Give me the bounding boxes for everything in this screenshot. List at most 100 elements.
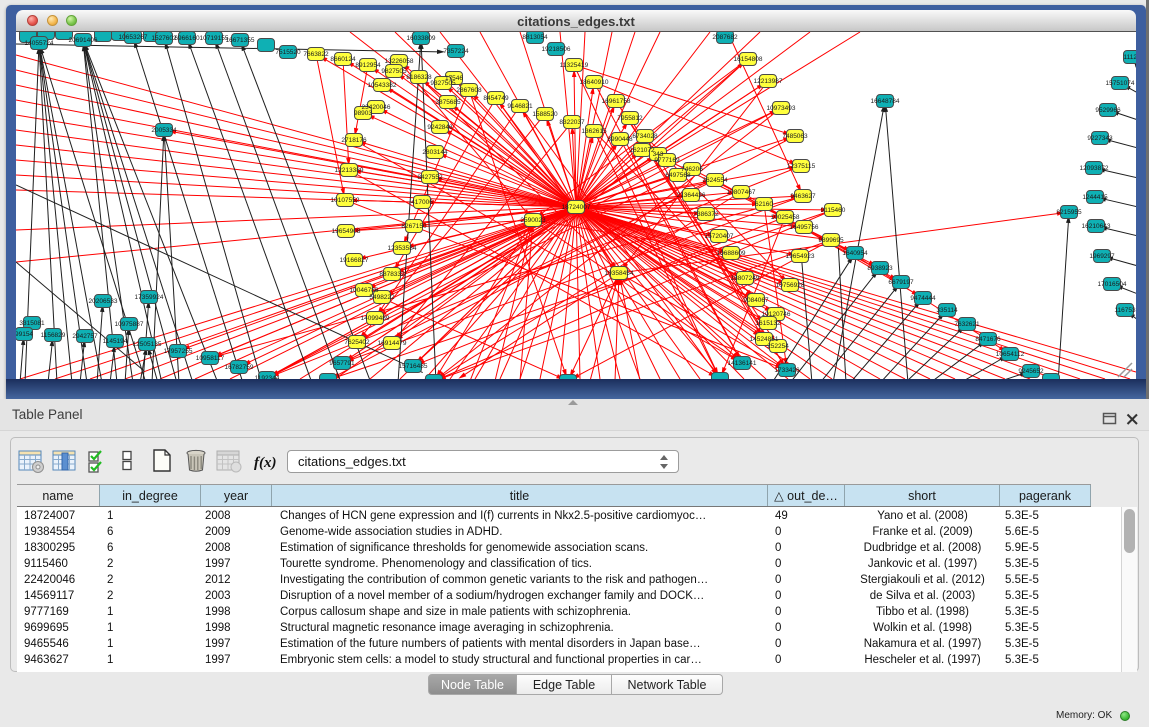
svg-text:16914479: 16914479 xyxy=(378,340,407,347)
svg-text:7663822: 7663822 xyxy=(303,51,329,58)
svg-text:9242848: 9242848 xyxy=(427,124,453,131)
svg-text:1640954: 1640954 xyxy=(842,250,868,257)
svg-text:9529966: 9529966 xyxy=(1095,107,1121,114)
svg-text:417006: 417006 xyxy=(411,199,433,206)
svg-text:1733426: 1733426 xyxy=(774,367,800,374)
svg-text:8215955: 8215955 xyxy=(1056,209,1082,216)
svg-text:1244415: 1244415 xyxy=(1082,194,1108,201)
svg-text:1156829: 1156829 xyxy=(41,332,66,339)
svg-text:21364436: 21364436 xyxy=(677,192,706,199)
svg-text:20691406: 20691406 xyxy=(69,37,98,44)
svg-text:10046786: 10046786 xyxy=(350,287,379,294)
svg-text:8660124: 8660124 xyxy=(330,56,356,63)
svg-text:14055724: 14055724 xyxy=(25,40,54,47)
svg-text:9245652: 9245652 xyxy=(1018,368,1044,375)
svg-text:17016504: 17016504 xyxy=(1098,281,1127,288)
svg-text:62160: 62160 xyxy=(755,201,773,208)
svg-text:19654923: 19654923 xyxy=(786,253,815,260)
svg-text:9474444: 9474444 xyxy=(910,295,936,302)
svg-text:1145194: 1145194 xyxy=(103,338,128,345)
svg-text:99154: 99154 xyxy=(16,331,33,338)
svg-text:16648784: 16648784 xyxy=(871,98,900,105)
svg-text:8471676: 8471676 xyxy=(975,336,1001,343)
svg-text:3875685: 3875685 xyxy=(435,99,461,106)
svg-text:2087682: 2087682 xyxy=(712,34,738,41)
svg-text:8454749: 8454749 xyxy=(483,95,509,102)
svg-text:12353584: 12353584 xyxy=(388,245,417,252)
svg-text:20206533: 20206533 xyxy=(89,298,118,305)
svg-text:13226058: 13226058 xyxy=(385,58,414,65)
svg-text:10653267: 10653267 xyxy=(119,34,148,41)
svg-text:10025458: 10025458 xyxy=(771,214,800,221)
svg-text:7515520: 7515520 xyxy=(275,49,301,56)
svg-text:15720407: 15720407 xyxy=(705,233,734,240)
svg-text:18724007: 18724007 xyxy=(562,204,591,211)
svg-text:f(x): f(x) xyxy=(254,455,277,471)
svg-text:7632621: 7632621 xyxy=(954,321,980,328)
svg-text:8990448: 8990448 xyxy=(607,136,633,143)
svg-text:11325419: 11325419 xyxy=(560,62,589,69)
svg-text:8938923: 8938923 xyxy=(867,265,893,272)
svg-text:1588520: 1588520 xyxy=(532,111,558,118)
svg-text:10807467: 10807467 xyxy=(727,189,756,196)
svg-text:6497568: 6497568 xyxy=(665,172,691,179)
svg-text:9463627: 9463627 xyxy=(790,193,816,200)
svg-text:16671355: 16671355 xyxy=(226,37,255,44)
svg-text:9146821: 9146821 xyxy=(507,103,533,110)
svg-text:10975887: 10975887 xyxy=(115,321,144,328)
svg-text:7357224: 7357224 xyxy=(443,48,469,55)
svg-text:15751074: 15751074 xyxy=(1106,80,1135,87)
svg-text:14099489: 14099489 xyxy=(361,315,390,322)
svg-text:16210643: 16210643 xyxy=(1082,223,1111,230)
svg-text:12213389: 12213389 xyxy=(335,167,364,174)
svg-text:10958117: 10958117 xyxy=(196,355,225,362)
svg-text:12505135: 12505135 xyxy=(133,341,162,348)
svg-text:14136141: 14136141 xyxy=(728,360,757,367)
svg-text:2867608: 2867608 xyxy=(456,87,482,94)
svg-text:8267150: 8267150 xyxy=(401,223,427,230)
svg-text:10973493: 10973493 xyxy=(767,105,796,112)
svg-text:10120746: 10120746 xyxy=(762,311,791,318)
svg-text:6679197: 6679197 xyxy=(888,279,914,286)
svg-text:9227343: 9227343 xyxy=(1087,135,1113,142)
svg-text:7955812: 7955812 xyxy=(617,115,643,122)
svg-text:9327505: 9327505 xyxy=(430,80,456,87)
svg-text:3624554: 3624554 xyxy=(702,177,728,184)
svg-text:16782759: 16782759 xyxy=(225,364,254,371)
svg-text:9657791: 9657791 xyxy=(329,360,355,367)
svg-text:2005334: 2005334 xyxy=(151,127,177,134)
svg-text:16154808: 16154808 xyxy=(734,56,763,63)
svg-text:9084067: 9084067 xyxy=(743,297,769,304)
svg-text:1621072: 1621072 xyxy=(629,147,655,154)
svg-text:7386372: 7386372 xyxy=(693,211,719,218)
svg-text:3315081: 3315081 xyxy=(19,320,45,327)
svg-text:8322037: 8322037 xyxy=(559,119,585,126)
svg-text:2718176: 2718176 xyxy=(341,137,367,144)
svg-text:252254: 252254 xyxy=(767,343,789,350)
svg-text:9115460: 9115460 xyxy=(821,207,846,214)
svg-text:9777169: 9777169 xyxy=(654,157,680,164)
svg-text:10654112: 10654112 xyxy=(996,351,1025,358)
svg-text:15716485: 15716485 xyxy=(399,363,428,370)
svg-text:1969297: 1969297 xyxy=(1089,253,1115,260)
svg-text:8186328: 8186328 xyxy=(406,74,432,81)
svg-text:9827505: 9827505 xyxy=(381,68,407,75)
svg-text:16495756: 16495756 xyxy=(790,224,819,231)
svg-text:10688609: 10688609 xyxy=(717,250,746,257)
svg-text:9899695: 9899695 xyxy=(818,237,844,244)
svg-text:1192344: 1192344 xyxy=(255,375,280,379)
svg-text:2803144: 2803144 xyxy=(422,149,448,156)
svg-text:12093872: 12093872 xyxy=(1080,165,1109,172)
svg-text:7625402: 7625402 xyxy=(344,339,370,346)
svg-text:19218506: 19218506 xyxy=(542,46,571,53)
svg-text:6734028: 6734028 xyxy=(632,133,658,140)
svg-text:2590023: 2590023 xyxy=(520,217,546,224)
svg-text:8813054: 8813054 xyxy=(522,34,548,41)
svg-text:8912954: 8912954 xyxy=(355,62,381,69)
svg-text:12213987: 12213987 xyxy=(754,78,783,85)
svg-text:19654908: 19654908 xyxy=(332,228,361,235)
svg-text:11124: 11124 xyxy=(1123,54,1136,61)
svg-text:8878332: 8878332 xyxy=(379,271,405,278)
svg-text:17957255: 17957255 xyxy=(164,348,193,355)
svg-text:12375115: 12375115 xyxy=(787,163,816,170)
